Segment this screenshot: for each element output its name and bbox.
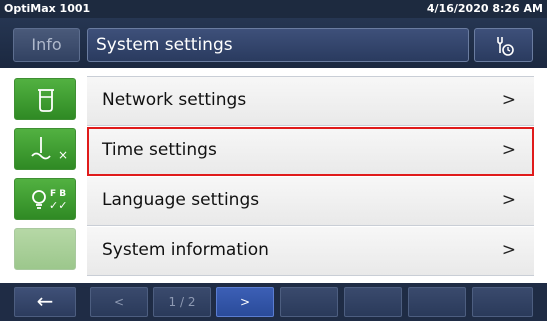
beaker-button[interactable] (14, 78, 76, 120)
footer-empty-button-1[interactable] (280, 287, 338, 317)
lightbulb-fb-check-icon: F B ✓✓ (32, 189, 67, 212)
app-window: OptiMax 1001 4/16/2020 8:26 AM Info Syst… (0, 0, 547, 321)
date-time: 4/16/2020 8:26 AM (426, 2, 543, 15)
stirrer-off-icon: × (31, 137, 68, 162)
device-name: OptiMax 1001 (4, 2, 91, 15)
menu-item-label: Network settings (102, 90, 247, 110)
menu-item-system-information[interactable]: System information > (87, 227, 534, 276)
stirrer-off-badge: × (58, 148, 68, 162)
stirrer-button[interactable]: × (14, 128, 76, 170)
fb-badge: F B (50, 189, 66, 199)
chevron-right-icon: > (501, 190, 516, 210)
menu-item-network-settings[interactable]: Network settings > (87, 77, 534, 126)
menu-item-label: Time settings (102, 140, 217, 160)
back-button[interactable]: ← (14, 287, 76, 317)
info-button[interactable]: Info (13, 28, 80, 62)
footer-empty-button-4[interactable] (472, 287, 533, 317)
content-area: × F B ✓✓ Network settings > Time setting… (0, 68, 547, 283)
check-badge: ✓✓ (49, 199, 67, 212)
chevron-right-icon: > (501, 240, 516, 260)
beaker-icon (38, 89, 54, 112)
tools-button[interactable] (474, 28, 533, 62)
empty-function-button (14, 228, 76, 270)
footer-empty-button-3[interactable] (408, 287, 466, 317)
prev-page-button[interactable]: < (90, 287, 148, 317)
chevron-right-icon: > (501, 140, 516, 160)
footer-bar: ← < 1 / 2 > (0, 283, 547, 321)
menu-item-time-settings[interactable]: Time settings > (87, 127, 534, 176)
header: Info System settings (0, 18, 547, 68)
wrench-clock-icon (497, 37, 514, 56)
light-fb-button[interactable]: F B ✓✓ (14, 178, 76, 220)
settings-menu: Network settings > Time settings > Langu… (87, 76, 534, 276)
menu-item-label: System information (102, 240, 269, 260)
status-bar: OptiMax 1001 4/16/2020 8:26 AM (0, 0, 547, 18)
chevron-right-icon: > (501, 90, 516, 110)
next-page-button[interactable]: > (216, 287, 274, 317)
footer-empty-button-2[interactable] (344, 287, 402, 317)
menu-item-language-settings[interactable]: Language settings > (87, 177, 534, 226)
page-title: System settings (87, 28, 469, 62)
page-indicator: 1 / 2 (153, 287, 211, 317)
menu-item-label: Language settings (102, 190, 260, 210)
